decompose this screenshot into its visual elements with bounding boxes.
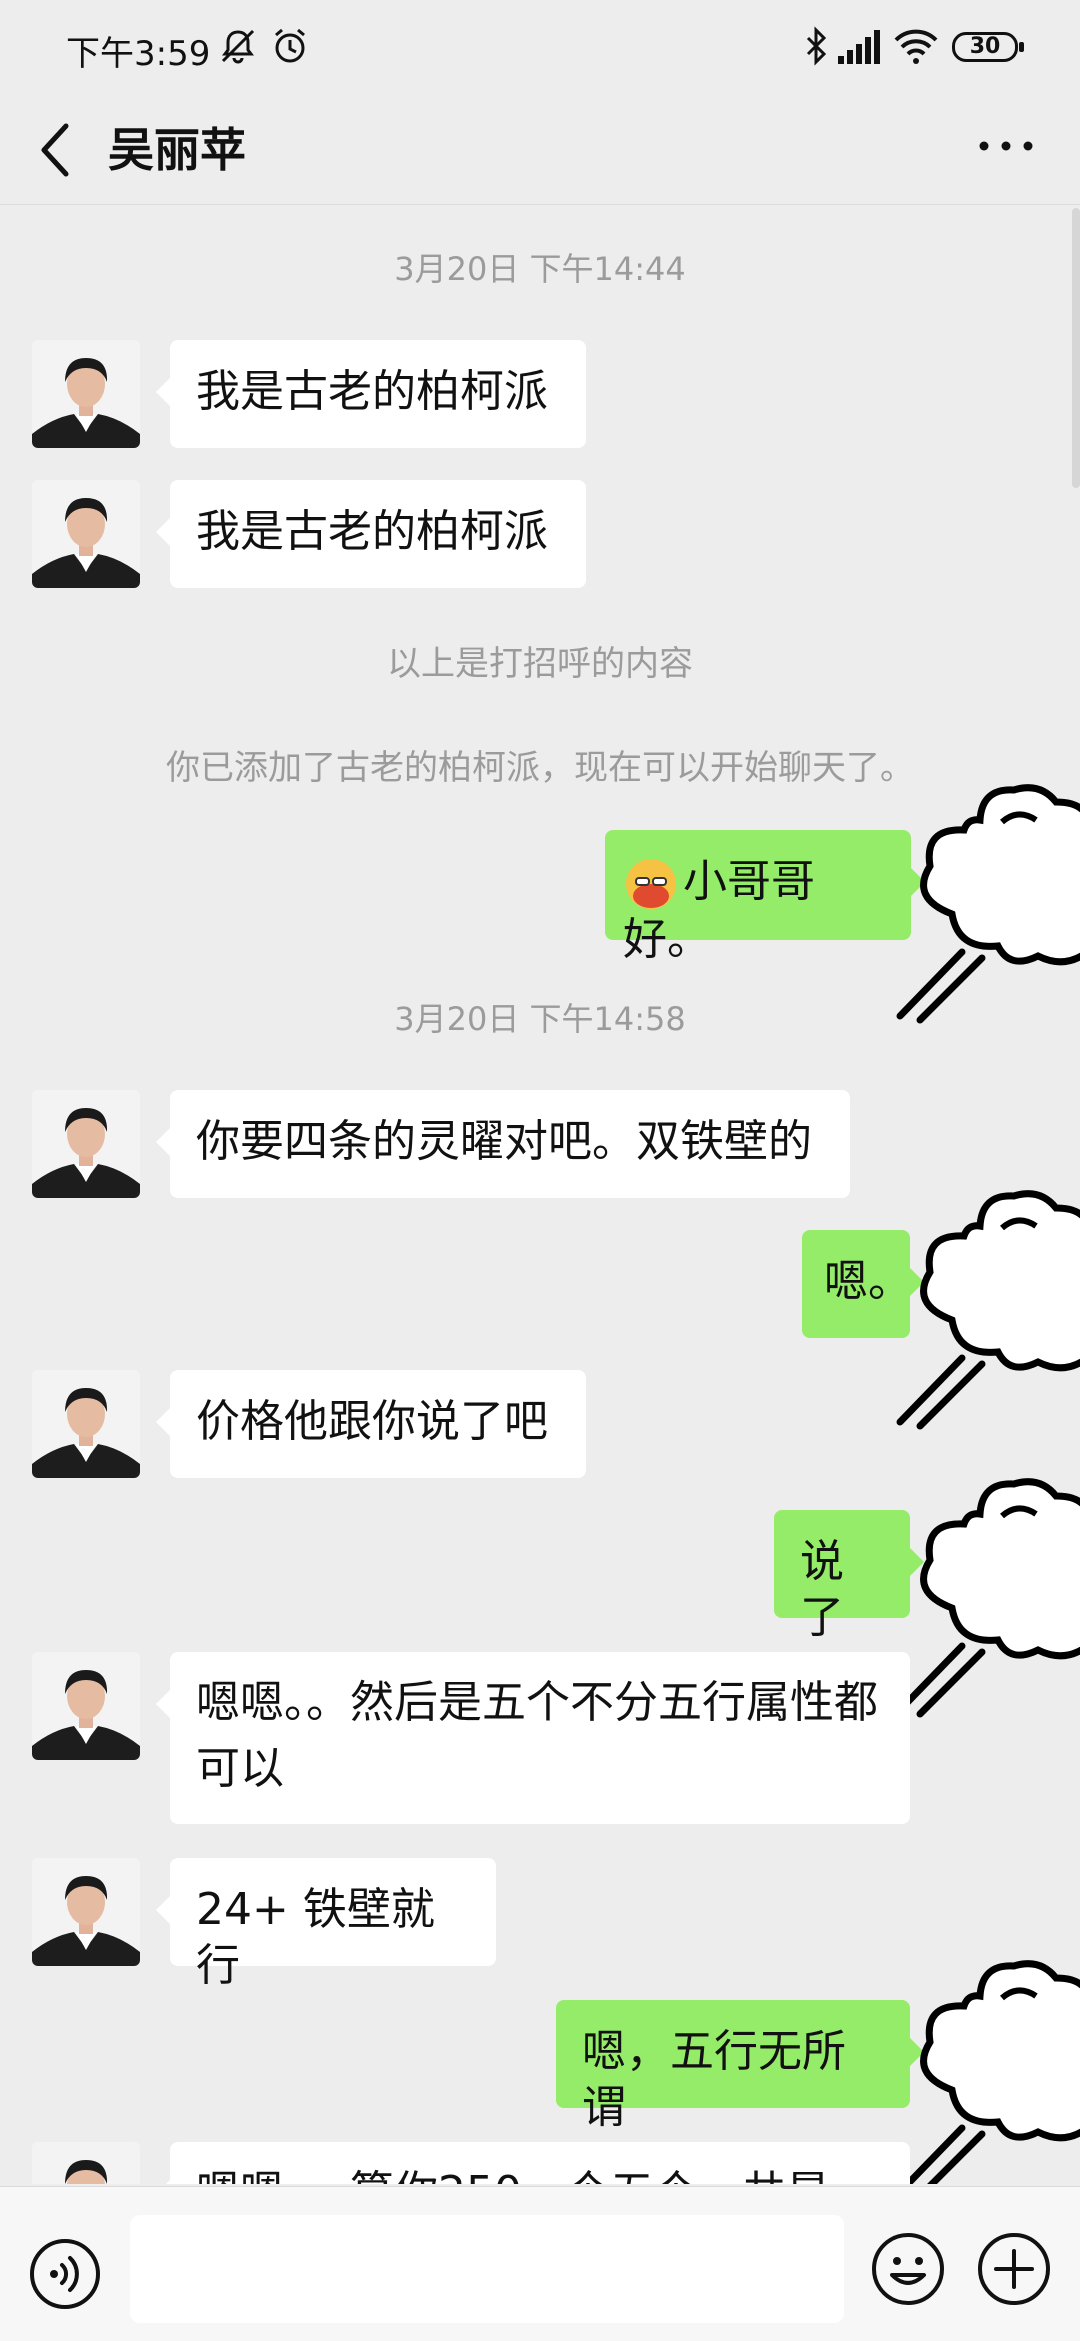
message-bubble-incoming[interactable]: 我是古老的柏柯派 <box>156 480 586 588</box>
back-icon[interactable] <box>36 120 72 180</box>
message-bubble-incoming[interactable]: 嗯嗯。。然后是五个不分五行属性都可以 <box>156 1652 910 1824</box>
message-bubble-incoming[interactable]: 嗯嗯。。算你250一个五个一共是 <box>156 2142 910 2184</box>
avatar[interactable] <box>32 1652 140 1760</box>
bluetooth-icon <box>806 26 827 66</box>
chat-title: 吴丽苹 <box>108 123 246 177</box>
avatar-image <box>32 2142 140 2184</box>
signal-icon <box>838 30 880 64</box>
avatar[interactable] <box>32 480 140 588</box>
speech-cloud-sticker-icon <box>896 1190 1080 1430</box>
battery-icon: 30 <box>952 32 1024 62</box>
avatar[interactable] <box>32 1858 140 1966</box>
message-bubble-incoming[interactable]: 我是古老的柏柯派 <box>156 340 586 448</box>
timestamp: 3月20日 下午14:58 <box>394 1000 686 1038</box>
message-text: 嗯，五行无所谓 <box>582 2026 846 2133</box>
message-bubble-incoming[interactable]: 价格他跟你说了吧 <box>156 1370 586 1478</box>
mute-icon <box>221 29 255 64</box>
message-text: 价格他跟你说了吧 <box>196 1396 548 1447</box>
message-text: 我是古老的柏柯派 <box>196 366 548 417</box>
emoji-icon[interactable] <box>870 2231 946 2307</box>
avatar[interactable] <box>32 2142 140 2184</box>
status-bar: 下午3:59 30 <box>0 0 1080 96</box>
scrollbar[interactable] <box>1072 208 1080 488</box>
alarm-icon <box>275 28 305 63</box>
timestamp: 3月20日 下午14:44 <box>394 250 686 288</box>
message-bubble-incoming[interactable]: 你要四条的灵曜对吧。双铁壁的 <box>156 1090 850 1198</box>
input-bar <box>0 2186 1080 2341</box>
message-text: 你要四条的灵曜对吧。双铁壁的 <box>196 1116 812 1167</box>
message-bubble-outgoing[interactable]: 嗯，五行无所谓 <box>556 2000 924 2133</box>
avatar-image <box>32 1090 140 1198</box>
plus-icon[interactable] <box>976 2231 1052 2307</box>
avatar[interactable] <box>32 1090 140 1198</box>
avatar-image <box>32 1370 140 1478</box>
more-icon[interactable] <box>976 136 1036 156</box>
avatar[interactable] <box>32 340 140 448</box>
message-text: 24+ 铁壁就行 <box>196 1884 435 1991</box>
speech-cloud-sticker-icon <box>902 1960 1080 2184</box>
avatar-image <box>32 1858 140 1966</box>
chat-header: 吴丽苹 <box>0 96 1080 205</box>
message-bubble-outgoing[interactable]: 小哥哥好。 <box>605 830 925 965</box>
message-text: 嗯嗯。。算你250一个五个一共是 <box>196 2167 830 2184</box>
system-message: 以上是打招呼的内容 <box>387 644 693 684</box>
speech-cloud-sticker-icon <box>896 1478 1080 1718</box>
avatar-image <box>32 480 140 588</box>
avatar-image <box>32 1652 140 1760</box>
chat-area[interactable]: 3月20日 下午14:44 我是古老的柏柯派 我是古老的柏柯派 以上是打招呼的内… <box>0 204 1080 2184</box>
speech-cloud-sticker-icon <box>896 784 1080 1024</box>
message-text: 说了 <box>800 1536 844 1643</box>
avatar-image <box>32 340 140 448</box>
voice-input-icon[interactable] <box>28 2237 102 2311</box>
message-text: 嗯嗯。。然后是五个不分五行属性都可以 <box>196 1677 878 1794</box>
message-input[interactable] <box>130 2215 844 2323</box>
message-bubble-incoming[interactable]: 24+ 铁壁就行 <box>156 1858 496 1991</box>
avatar[interactable] <box>32 1370 140 1478</box>
wifi-icon <box>894 29 938 64</box>
embarrassed-emoji-icon <box>626 859 676 909</box>
status-time: 下午3:59 <box>66 34 211 74</box>
message-text: 我是古老的柏柯派 <box>196 506 548 557</box>
